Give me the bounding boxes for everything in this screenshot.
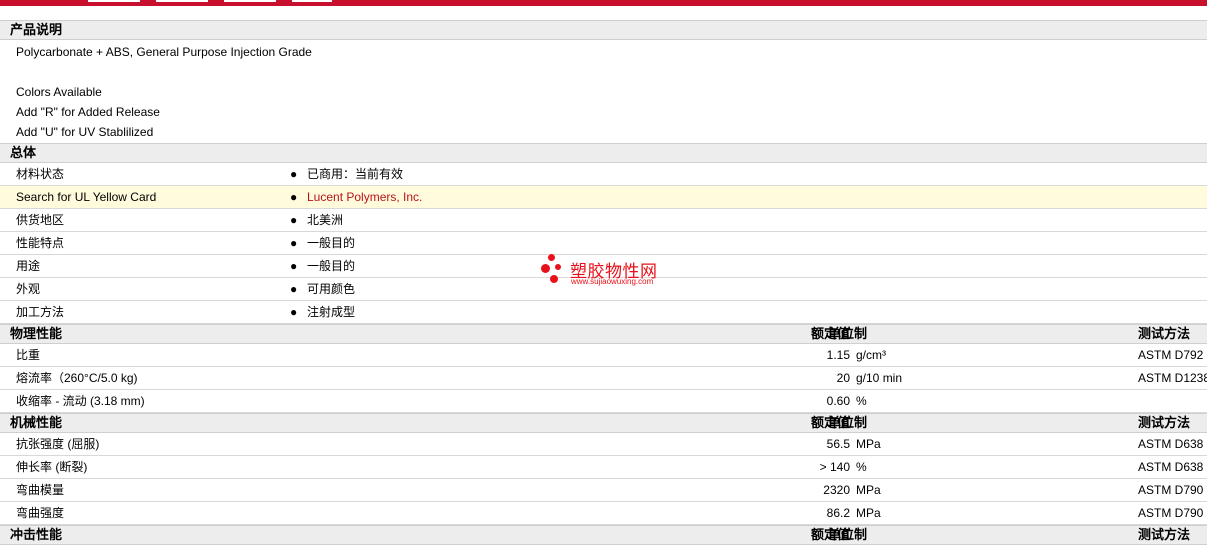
column-header-test: 测试方法	[1138, 326, 1191, 341]
row-test-method: ASTM D1238	[1138, 371, 1207, 385]
row-label: 供货地区	[16, 213, 65, 227]
row-test-method: ASTM D792	[1138, 348, 1204, 362]
row-label: 比重	[16, 348, 41, 362]
row-label: 外观	[16, 282, 41, 296]
ul-yellow-card-label[interactable]: Search for UL Yellow Card	[16, 186, 156, 208]
bullet-icon: ●	[290, 190, 298, 204]
logo-dot	[541, 264, 550, 273]
row-unit: %	[856, 394, 867, 408]
row-label: 收缩率 - 流动 (3.18 mm)	[16, 394, 145, 408]
row-label: 伸长率 (断裂)	[16, 460, 88, 474]
mechanical-row-flexural-strength: 弯曲强度 86.2 MPa ASTM D790	[0, 502, 1207, 525]
general-row-ul-yellow-card[interactable]: Search for UL Yellow Card ● Lucent Polym…	[0, 186, 1207, 209]
column-header-test: 测试方法	[1138, 527, 1191, 542]
row-test-method: ASTM D638	[1138, 460, 1204, 474]
bullet-icon: ●	[290, 213, 298, 227]
row-value: 1.15	[826, 348, 850, 362]
section-title: 产品说明	[10, 22, 63, 37]
logo-dot	[555, 264, 561, 270]
row-unit: %	[856, 460, 867, 474]
physical-row-shrinkage: 收缩率 - 流动 (3.18 mm) 0.60 %	[0, 390, 1207, 413]
row-label: 熔流率（260°C/5.0 kg)	[16, 371, 138, 385]
general-row-status: 材料状态 ● 已商用：当前有效	[0, 163, 1207, 186]
row-unit: MPa	[856, 437, 881, 451]
nav-tab-stub[interactable]	[224, 0, 276, 2]
general-row-features: 性能特点 ● 一般目的	[0, 232, 1207, 255]
physical-row-specific-gravity: 比重 1.15 g/cm³ ASTM D792	[0, 344, 1207, 367]
description-line: Add "R" for Added Release	[16, 105, 160, 119]
general-row-region: 供货地区 ● 北美洲	[0, 209, 1207, 232]
row-label: 抗张强度 (屈服)	[16, 437, 100, 451]
section-header-general: 总体	[0, 143, 1207, 163]
physical-row-melt-flow: 熔流率（260°C/5.0 kg) 20 g/10 min ASTM D1238	[0, 367, 1207, 390]
bullet-icon: ●	[290, 259, 298, 273]
column-header-unit: 单位制	[828, 527, 868, 542]
row-value: 2320	[823, 483, 850, 497]
row-unit: g/cm³	[856, 348, 886, 362]
section-title: 物理性能	[10, 326, 63, 341]
row-value: 86.2	[826, 506, 850, 520]
row-unit: g/10 min	[856, 371, 903, 385]
row-value: 注射成型	[307, 305, 356, 319]
section-header-description: 产品说明	[0, 20, 1207, 40]
row-value: > 140	[819, 460, 850, 474]
bullet-icon: ●	[290, 282, 298, 296]
row-unit: MPa	[856, 506, 881, 520]
section-title: 冲击性能	[10, 527, 63, 542]
row-value: 一般目的	[307, 236, 356, 250]
row-label: 材料状态	[16, 167, 65, 181]
row-value: 56.5	[826, 437, 850, 451]
section-title: 机械性能	[10, 415, 63, 430]
mechanical-row-elongation: 伸长率 (断裂) > 140 % ASTM D638	[0, 456, 1207, 479]
row-label: 弯曲强度	[16, 506, 65, 520]
bullet-icon: ●	[290, 236, 298, 250]
section-header-impact: 冲击性能 额定值 单位制 测试方法	[0, 525, 1207, 545]
column-header-unit: 单位制	[828, 326, 868, 341]
supplier-link[interactable]: Lucent Polymers, Inc.	[307, 186, 422, 208]
row-value: 20	[836, 371, 850, 385]
row-unit: MPa	[856, 483, 881, 497]
product-description: Polycarbonate + ABS, General Purpose Inj…	[0, 41, 1207, 142]
watermark-url: www.sujiaowuxing.com	[571, 277, 654, 286]
row-label: 加工方法	[16, 305, 65, 319]
section-header-mechanical: 机械性能 额定值 单位制 测试方法	[0, 413, 1207, 433]
general-row-processing: 加工方法 ● 注射成型	[0, 301, 1207, 324]
logo-dot	[550, 275, 558, 283]
row-value: 0.60	[826, 394, 850, 408]
row-test-method: ASTM D790	[1138, 506, 1204, 520]
row-value: 一般目的	[307, 259, 356, 273]
top-banner	[0, 0, 1207, 6]
column-header-test: 测试方法	[1138, 415, 1191, 430]
site-watermark: 塑胶物性网 www.sujiaowuxing.com	[540, 254, 680, 288]
row-test-method: ASTM D638	[1138, 437, 1204, 451]
mechanical-row-tensile-strength: 抗张强度 (屈服) 56.5 MPa ASTM D638	[0, 433, 1207, 456]
description-line: Add "U" for UV Stablilized	[16, 125, 154, 139]
nav-tab-stub[interactable]	[88, 0, 140, 2]
logo-dot	[548, 254, 555, 261]
row-test-method: ASTM D790	[1138, 483, 1204, 497]
row-value: 已商用：当前有效	[307, 167, 404, 181]
nav-tab-stub[interactable]	[156, 0, 208, 2]
row-label: 弯曲模量	[16, 483, 65, 497]
row-label: 性能特点	[16, 236, 65, 250]
row-label: 用途	[16, 259, 41, 273]
row-value: 北美洲	[307, 213, 344, 227]
mechanical-row-flexural-modulus: 弯曲模量 2320 MPa ASTM D790	[0, 479, 1207, 502]
bullet-icon: ●	[290, 305, 298, 319]
row-value: 可用颜色	[307, 282, 356, 296]
bullet-icon: ●	[290, 167, 298, 181]
column-header-unit: 单位制	[828, 415, 868, 430]
section-title: 总体	[10, 145, 37, 160]
section-header-physical: 物理性能 额定值 单位制 测试方法	[0, 324, 1207, 344]
description-line: Polycarbonate + ABS, General Purpose Inj…	[16, 45, 312, 59]
nav-tab-stub[interactable]	[292, 0, 332, 2]
description-line: Colors Available	[16, 85, 102, 99]
